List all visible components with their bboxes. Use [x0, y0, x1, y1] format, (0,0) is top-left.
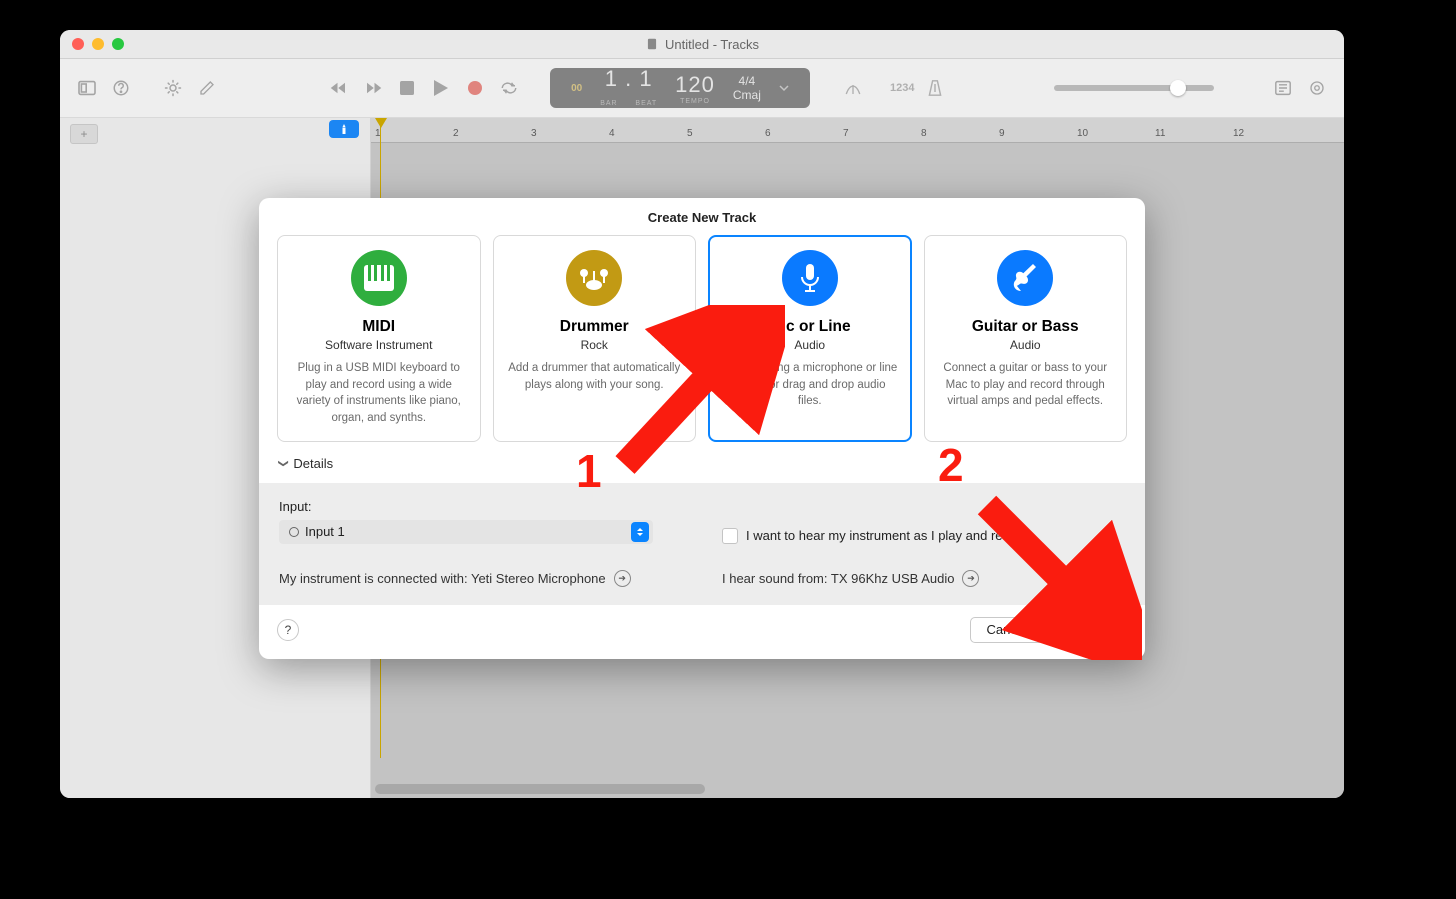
help-button[interactable]: ?: [277, 619, 299, 641]
countin-button[interactable]: 1234: [890, 75, 914, 101]
library-button[interactable]: [74, 75, 100, 101]
add-track-button[interactable]: +: [70, 124, 98, 144]
ruler-tick: 3: [531, 128, 537, 139]
rewind-button[interactable]: [326, 75, 352, 101]
lcd-display[interactable]: 00 1 . 1 BAR BEAT 120 TEMPO 4/4 Cmaj: [550, 68, 810, 108]
help-button[interactable]: [108, 75, 134, 101]
ruler-tick: 12: [1233, 128, 1244, 139]
window-title-text: Untitled - Tracks: [665, 37, 759, 52]
ruler-tick: 6: [765, 128, 771, 139]
card-desc: Record using a microphone or line input …: [719, 360, 901, 410]
track-type-mic-or-line[interactable]: Mic or Line Audio Record using a microph…: [708, 235, 912, 442]
chevron-down-icon: ❯: [278, 459, 289, 467]
lcd-tempo: 120: [675, 72, 715, 98]
input-jack-icon: [289, 527, 299, 537]
card-title: Guitar or Bass: [935, 318, 1117, 336]
track-type-drummer[interactable]: Drummer Rock Add a drummer that automati…: [493, 235, 697, 442]
tuner-button[interactable]: [840, 75, 866, 101]
ruler-tick: 8: [921, 128, 927, 139]
play-button[interactable]: [428, 75, 454, 101]
lcd-key: Cmaj: [733, 88, 761, 102]
create-button[interactable]: Create: [1054, 617, 1127, 643]
card-title: MIDI: [288, 318, 470, 336]
card-desc: Add a drummer that automatically plays a…: [504, 360, 686, 393]
input-device-label: My instrument is connected with: Yeti St…: [279, 571, 606, 586]
volume-slider[interactable]: [1054, 85, 1214, 91]
arrow-right-icon[interactable]: ➔: [962, 570, 979, 587]
track-type-guitar-or-bass[interactable]: Guitar or Bass Audio Connect a guitar or…: [924, 235, 1128, 442]
monitor-label: I want to hear my instrument as I play a…: [746, 528, 1028, 543]
notepad-button[interactable]: [1270, 75, 1296, 101]
cancel-button[interactable]: Cancel: [970, 617, 1044, 643]
ruler-tick: 4: [609, 128, 615, 139]
card-subtitle: Software Instrument: [288, 338, 470, 352]
create-new-track-modal: Create New Track MIDI Software Instrumen…: [259, 198, 1145, 659]
app-window: Untitled - Tracks 00: [60, 30, 1344, 798]
card-subtitle: Audio: [719, 338, 901, 352]
chevron-down-icon[interactable]: [779, 83, 789, 93]
card-desc: Connect a guitar or bass to your Mac to …: [935, 360, 1117, 410]
ruler-tick: 11: [1155, 128, 1165, 139]
playhead-icon[interactable]: [375, 118, 387, 128]
arrow-right-icon[interactable]: ➔: [614, 570, 631, 587]
ruler-tick: 10: [1077, 128, 1088, 139]
toolbar: 00 1 . 1 BAR BEAT 120 TEMPO 4/4 Cmaj 123…: [60, 59, 1344, 118]
details-label: Details: [293, 456, 333, 471]
details-panel: Input: Input 1 I want to hear my instrum…: [259, 483, 1145, 605]
modal-footer: ? Cancel Create: [259, 605, 1145, 659]
card-subtitle: Rock: [504, 338, 686, 352]
brightness-button[interactable]: [160, 75, 186, 101]
lcd-position: 1 . 1: [600, 66, 657, 92]
monitor-checkbox[interactable]: [722, 528, 738, 544]
card-title: Drummer: [504, 318, 686, 336]
ruler-tick: 7: [843, 128, 849, 139]
cycle-button[interactable]: [496, 75, 522, 101]
microphone-icon: [782, 250, 838, 306]
card-title: Mic or Line: [719, 318, 901, 336]
output-device-label: I hear sound from: TX 96Khz USB Audio: [722, 571, 954, 586]
ruler-tick: 9: [999, 128, 1005, 139]
ruler[interactable]: 1 2 3 4 5 6 7 8 9 10 11 12: [371, 118, 1344, 143]
edit-button[interactable]: [194, 75, 220, 101]
metronome-button[interactable]: [922, 75, 948, 101]
record-button[interactable]: [462, 75, 488, 101]
track-type-grid: MIDI Software Instrument Plug in a USB M…: [259, 235, 1145, 456]
stepper-icon[interactable]: [631, 522, 649, 542]
track-type-midi[interactable]: MIDI Software Instrument Plug in a USB M…: [277, 235, 481, 442]
input-value: Input 1: [305, 524, 345, 539]
window-title: Untitled - Tracks: [60, 37, 1344, 52]
document-icon: [645, 37, 659, 51]
loop-browser-button[interactable]: [1304, 75, 1330, 101]
input-label: Input:: [279, 499, 682, 514]
guitar-icon: [997, 250, 1053, 306]
forward-button[interactable]: [360, 75, 386, 101]
horizontal-scrollbar[interactable]: [375, 784, 705, 794]
ruler-tick: 5: [687, 128, 693, 139]
ruler-tick: 2: [453, 128, 459, 139]
card-desc: Plug in a USB MIDI keyboard to play and …: [288, 360, 470, 427]
details-toggle[interactable]: ❯ Details: [259, 456, 1145, 483]
titlebar: Untitled - Tracks: [60, 30, 1344, 59]
modal-title: Create New Track: [259, 198, 1145, 235]
drumkit-icon: [566, 250, 622, 306]
piano-icon: [351, 250, 407, 306]
volume-knob[interactable]: [1170, 80, 1186, 96]
lcd-timesig: 4/4: [733, 74, 761, 88]
card-subtitle: Audio: [935, 338, 1117, 352]
stop-button[interactable]: [394, 75, 420, 101]
marker-icon[interactable]: [329, 120, 359, 138]
input-dropdown[interactable]: Input 1: [279, 520, 653, 544]
